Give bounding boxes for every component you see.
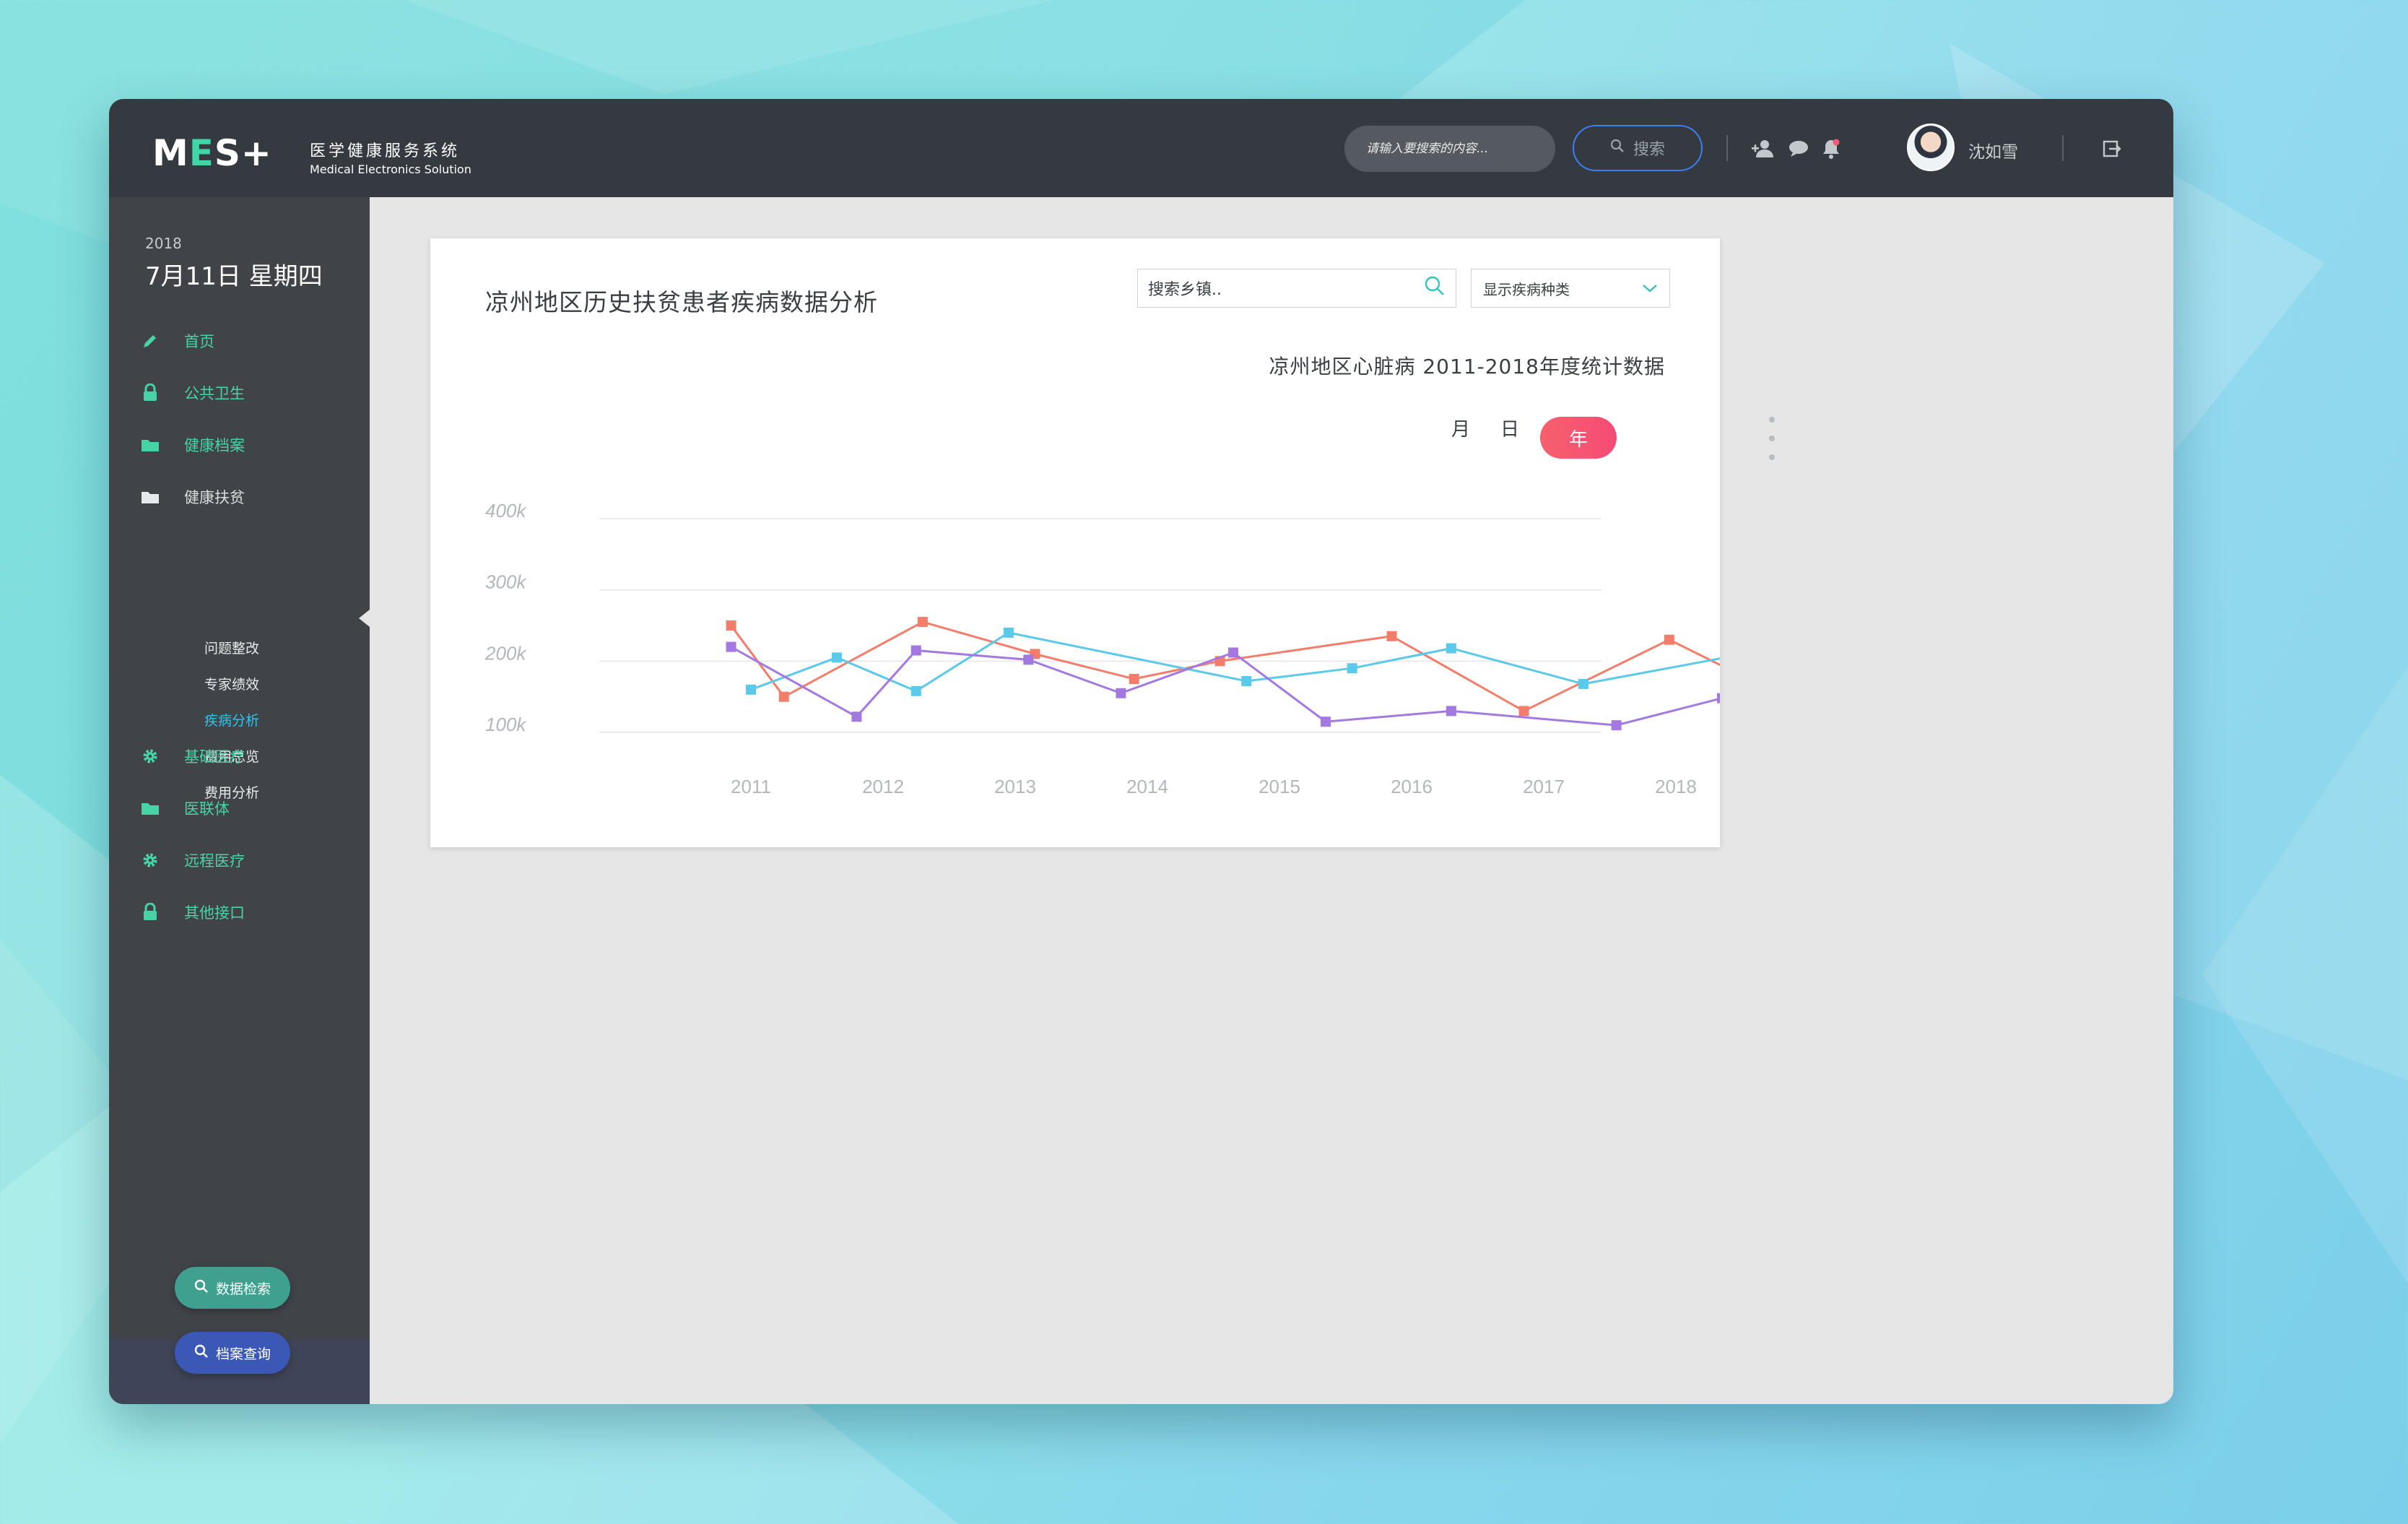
analysis-card: 凉州地区历史扶贫患者疾病数据分析 搜索乡镇.. 显示疾病种类 凉州地区心脏病 2… [430,238,1775,847]
data-point [910,645,921,656]
lock-icon [138,384,162,402]
data-point [726,641,736,652]
avatar[interactable] [1907,124,1955,171]
search-button[interactable]: 搜索 [1573,125,1703,171]
record-query-button[interactable]: 档案查询 [175,1332,290,1374]
y-tick-label: 100k [485,714,527,735]
gear-icon [138,748,162,765]
sidebar-item-telemedicine[interactable]: 远程医疗 [138,846,245,875]
sidebar-item-basic-medical[interactable]: 基础医疗 [138,742,245,771]
divider [2062,135,2064,161]
x-tick-label: 2017 [1523,776,1565,797]
data-point [910,685,921,696]
data-point [746,684,756,695]
folder-icon [138,437,162,453]
folder-icon [138,800,162,816]
x-tick-label: 2014 [1126,776,1168,797]
data-point [1518,706,1529,716]
search-icon [194,1279,209,1297]
data-point [1116,688,1126,698]
global-search-input[interactable] [1344,126,1555,172]
x-tick-label: 2013 [994,776,1036,797]
logo[interactable]: MES+ [152,132,272,174]
gear-icon [138,852,162,869]
more-options-icon[interactable] [1768,417,1775,460]
data-point [1386,631,1397,641]
series-line-1 [750,631,1720,693]
chat-icon[interactable] [1786,137,1811,161]
search-icon [1610,139,1625,157]
sub-item-expert-performance[interactable]: 专家绩效 [204,674,259,693]
search-icon [194,1344,209,1362]
x-tick-label: 2018 [1655,776,1697,797]
data-point [1446,643,1456,654]
pencil-icon [138,332,162,350]
bell-icon[interactable] [1819,137,1843,161]
app-window: MES+ 医学健康服务系统 Medical Electronics Soluti… [109,99,2173,1404]
search-button-label: 搜索 [1633,141,1665,159]
x-tick-label: 2011 [731,776,771,797]
line-chart: 400k 300k 200k 100k 2011 2012 2013 2014 2015 2016… [484,500,1720,797]
data-point [1578,678,1588,689]
date-day: 7月11日 星期四 [145,262,323,291]
data-point [1129,674,1139,684]
brand-name-cn: 医学健康服务系统 [310,142,461,160]
y-tick-label: 200k [484,642,527,664]
active-pointer [359,610,370,627]
data-retrieval-button[interactable]: 数据检索 [175,1267,290,1309]
data-point [1241,675,1252,686]
sidebar-item-medical-alliance[interactable]: 医联体 [138,794,230,823]
data-point [1611,720,1622,731]
data-point [1023,654,1034,665]
sidebar-item-other-interfaces[interactable]: 其他接口 [138,898,245,927]
data-point [778,691,789,702]
y-tick-label: 300k [485,571,527,593]
data-point [851,711,862,722]
data-point [831,652,842,663]
data-point [1347,663,1357,674]
data-point [1664,634,1674,645]
sidebar-item-public-health[interactable]: 公共卫生 [138,378,245,407]
sidebar-item-health-poverty[interactable]: 健康扶贫 [138,482,245,511]
series-line-0 [730,620,1720,713]
date-year: 2018 [145,235,182,252]
username[interactable]: 沈如雪 [1968,138,2018,163]
data-point [1321,716,1331,727]
x-tick-label: 2015 [1259,776,1300,797]
divider [1726,135,1728,161]
x-tick-label: 2016 [1391,776,1433,797]
series-line-2 [730,646,1720,727]
lock-icon [138,903,162,922]
add-user-icon[interactable] [1752,137,1776,161]
brand-name-en: Medical Electronics Solution [310,163,471,176]
sidebar-item-health-records[interactable]: 健康档案 [138,430,245,459]
data-point [1446,706,1456,716]
sub-item-disease-analysis[interactable]: 疾病分析 [204,710,259,729]
x-tick-label: 2012 [862,776,904,797]
data-point [726,620,736,631]
y-tick-label: 400k [485,500,527,521]
sidebar-item-home[interactable]: 首页 [138,326,214,355]
folder-icon [138,489,162,505]
sub-item-issue-rectification[interactable]: 问题整改 [204,638,259,657]
data-point [917,617,928,628]
data-point [1227,647,1238,658]
logout-icon[interactable] [2100,137,2124,161]
data-point [1717,693,1720,703]
data-point [1003,627,1014,638]
top-bar: MES+ 医学健康服务系统 Medical Electronics Soluti… [109,99,2173,197]
